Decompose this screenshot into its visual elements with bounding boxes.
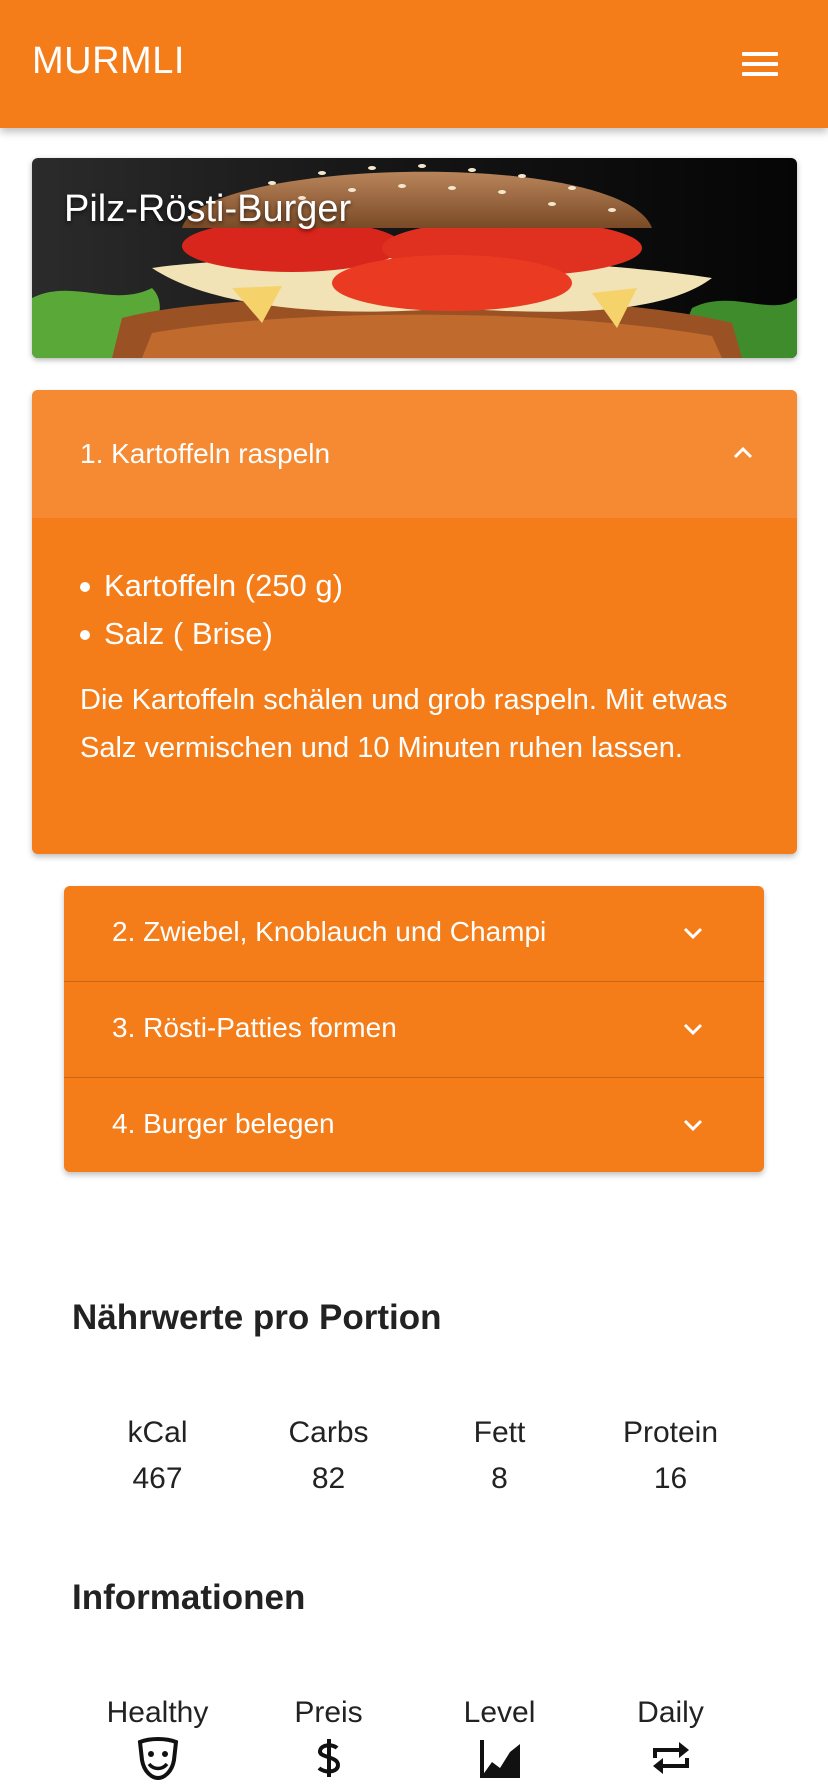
repeat-icon bbox=[652, 1742, 689, 1774]
step-instructions: Die Kartoffeln schälen und grob raspeln.… bbox=[80, 684, 728, 764]
chevron-up-icon[interactable] bbox=[732, 442, 754, 464]
nutrition-label: Carbs bbox=[288, 1416, 369, 1449]
info-label: Level bbox=[463, 1696, 536, 1729]
step-header-1[interactable]: 1. Kartoffeln raspeln bbox=[32, 390, 797, 518]
step-header-3[interactable]: 3. Rösti-Patties formen bbox=[64, 982, 764, 1078]
nutrition-value: 82 bbox=[311, 1462, 346, 1495]
nutrition-label: Fett bbox=[473, 1416, 526, 1449]
theater-masks-icon bbox=[137, 1737, 178, 1780]
info-label: Healthy bbox=[106, 1696, 209, 1729]
info-item: Healthy bbox=[72, 1696, 243, 1780]
info-item: Level bbox=[414, 1696, 585, 1780]
chevron-down-icon[interactable] bbox=[682, 1114, 704, 1136]
chevron-down-icon[interactable] bbox=[682, 922, 704, 944]
nutrition-item: Protein 16 bbox=[585, 1416, 756, 1496]
nutrition-item: Fett 8 bbox=[414, 1416, 585, 1496]
step-title: 1. Kartoffeln raspeln bbox=[80, 438, 331, 469]
nutrition-label: Protein bbox=[622, 1416, 719, 1449]
nutrition-value: 8 bbox=[491, 1462, 508, 1495]
ingredient-list: Kartoffeln (250 g) Salz ( Brise) bbox=[80, 562, 343, 658]
chart-line-icon bbox=[479, 1740, 520, 1778]
dollar-icon bbox=[317, 1739, 340, 1777]
ingredient-item: Salz ( Brise) bbox=[80, 610, 343, 658]
step-header-4[interactable]: 4. Burger belegen bbox=[64, 1078, 764, 1172]
nutrition-value: 467 bbox=[132, 1462, 183, 1495]
chevron-down-icon[interactable] bbox=[682, 1018, 704, 1040]
step-header-2[interactable]: 2. Zwiebel, Knoblauch und Champi bbox=[64, 886, 764, 982]
info-label: Daily bbox=[637, 1696, 704, 1729]
info-item: Preis bbox=[243, 1696, 414, 1780]
step-title: 4. Burger belegen bbox=[112, 1108, 335, 1139]
recipe-hero-image: Pilz-Rösti-Burger bbox=[32, 158, 797, 358]
nutrition-item: kCal 467 bbox=[72, 1416, 243, 1496]
recipe-title: Pilz-Rösti-Burger bbox=[64, 188, 352, 230]
nutrition-label: kCal bbox=[127, 1416, 188, 1449]
ingredient-item: Kartoffeln (250 g) bbox=[80, 562, 343, 610]
nutrition-heading: Nährwerte pro Portion bbox=[72, 1298, 442, 1337]
info-label: Preis bbox=[294, 1696, 363, 1729]
nutrition-value: 16 bbox=[653, 1462, 688, 1495]
step-title: 3. Rösti-Patties formen bbox=[112, 1012, 397, 1043]
app-bar: MURMLI bbox=[0, 0, 828, 128]
collapsed-steps: 2. Zwiebel, Knoblauch und Champi 3. Röst… bbox=[64, 886, 764, 1172]
info-heading: Informationen bbox=[72, 1578, 306, 1617]
nutrition-item: Carbs 82 bbox=[243, 1416, 414, 1496]
info-item: Daily bbox=[585, 1696, 756, 1780]
step-title: 2. Zwiebel, Knoblauch und Champi bbox=[112, 916, 547, 947]
hamburger-menu-icon[interactable] bbox=[736, 44, 784, 84]
app-title[interactable]: MURMLI bbox=[32, 40, 185, 83]
step-panel-1: 1. Kartoffeln raspeln Kartoffeln (250 g)… bbox=[32, 390, 797, 854]
